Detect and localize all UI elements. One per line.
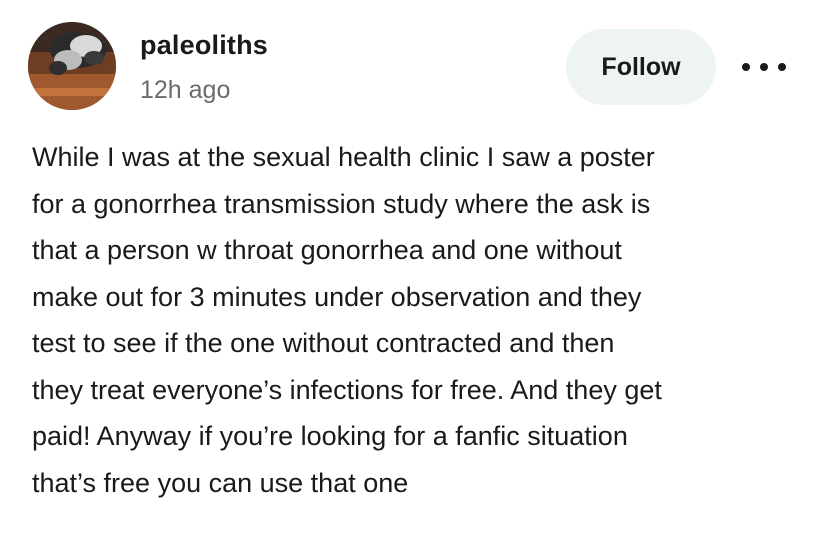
- cat-photo-avatar: [28, 22, 116, 110]
- username[interactable]: paleoliths: [140, 30, 268, 61]
- post-card: paleoliths 12h ago Follow While I was at…: [0, 0, 828, 536]
- avatar[interactable]: [28, 22, 116, 110]
- more-dot: [760, 63, 768, 71]
- more-dot: [742, 63, 750, 71]
- more-options-icon[interactable]: [742, 54, 786, 80]
- post-timestamp: 12h ago: [140, 76, 231, 104]
- more-dot: [778, 63, 786, 71]
- post-body-text: While I was at the sexual health clinic …: [32, 142, 662, 498]
- follow-button[interactable]: Follow: [566, 29, 716, 105]
